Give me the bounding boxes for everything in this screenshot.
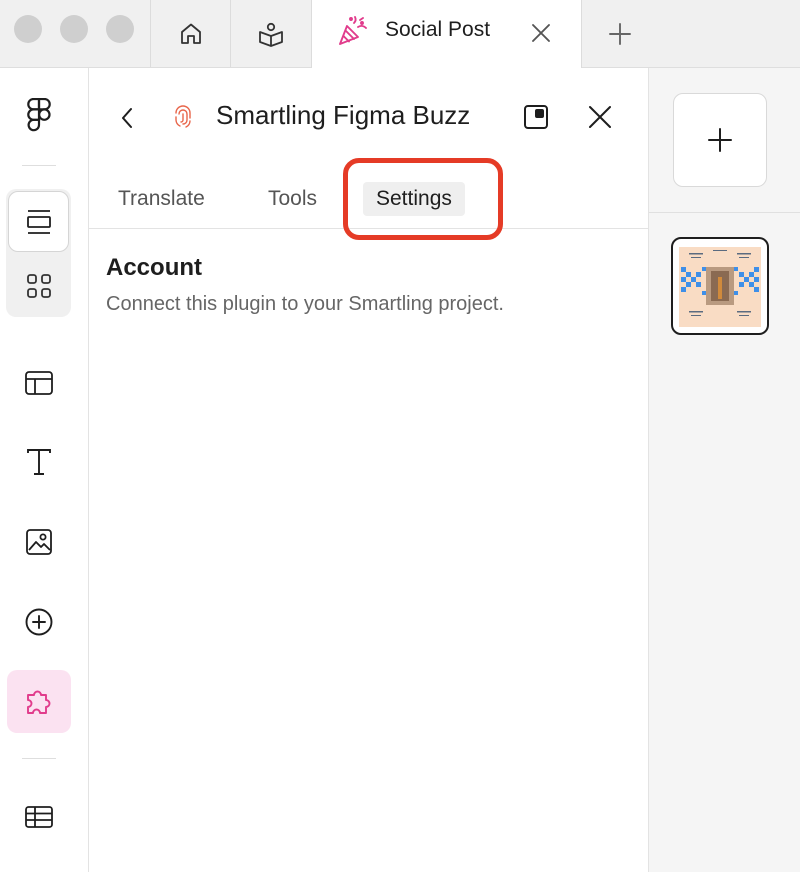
picture-in-picture-icon	[524, 105, 548, 129]
new-tab-button[interactable]	[581, 0, 659, 67]
close-icon	[589, 106, 611, 128]
plus-circle-icon	[25, 608, 53, 636]
chevron-left-icon	[122, 108, 132, 128]
window-zoom-button[interactable]	[106, 15, 134, 43]
tab-translate[interactable]: Translate	[105, 182, 218, 216]
image-icon	[26, 529, 52, 555]
tab-social-post[interactable]: Social Post	[311, 0, 582, 68]
resize-panel-button[interactable]	[519, 100, 553, 134]
account-section-title: Account	[106, 254, 202, 281]
settings-highlight-annotation	[343, 158, 503, 240]
tab-title: Social Post	[385, 18, 491, 41]
main-menu-button[interactable]	[8, 84, 70, 146]
plugin-panel: Smartling Figma Buzz Translate Tools Set…	[89, 68, 648, 872]
layers-view-button[interactable]	[8, 191, 69, 252]
toolbar-divider	[22, 165, 56, 166]
party-popper-icon	[339, 16, 367, 45]
fingerprint-icon	[175, 105, 191, 128]
account-section-description: Connect this plugin to your Smartling pr…	[106, 293, 504, 315]
templates-tool[interactable]	[8, 352, 70, 414]
pages-divider	[649, 212, 800, 213]
pages-sidebar	[648, 68, 800, 872]
text-tool[interactable]	[8, 431, 70, 493]
learn-button[interactable]	[231, 0, 311, 67]
table-icon	[25, 806, 53, 828]
grid-icon	[27, 274, 51, 298]
plus-icon	[708, 128, 732, 152]
plus-icon	[609, 22, 631, 45]
back-button[interactable]	[111, 102, 143, 134]
home-button[interactable]	[151, 0, 230, 67]
figma-logo-icon	[27, 98, 51, 132]
close-plugin-button[interactable]	[583, 100, 617, 134]
plugin-header: Smartling Figma Buzz	[89, 68, 648, 164]
page-preview-image	[679, 247, 761, 327]
book-icon	[259, 22, 283, 47]
window-close-button[interactable]	[14, 15, 42, 43]
assets-view-button[interactable]	[8, 255, 70, 317]
window-titlebar: Social Post	[0, 0, 800, 68]
window-minimize-button[interactable]	[60, 15, 88, 43]
toolbar-divider	[22, 758, 56, 759]
layers-list-icon	[26, 209, 51, 234]
table-tool[interactable]	[8, 786, 70, 848]
puzzle-icon	[27, 690, 51, 714]
close-tab-icon[interactable]	[530, 22, 552, 44]
layout-icon	[25, 371, 53, 395]
add-element-tool[interactable]	[8, 591, 70, 653]
page-thumbnail[interactable]	[671, 237, 769, 335]
left-toolbar	[0, 68, 89, 872]
plugins-tool[interactable]	[7, 670, 71, 733]
text-icon	[27, 449, 51, 475]
home-icon	[180, 23, 201, 44]
media-tool[interactable]	[8, 511, 70, 573]
add-page-button[interactable]	[673, 93, 767, 187]
plugin-title: Smartling Figma Buzz	[216, 100, 471, 130]
tab-tools[interactable]: Tools	[255, 182, 330, 216]
